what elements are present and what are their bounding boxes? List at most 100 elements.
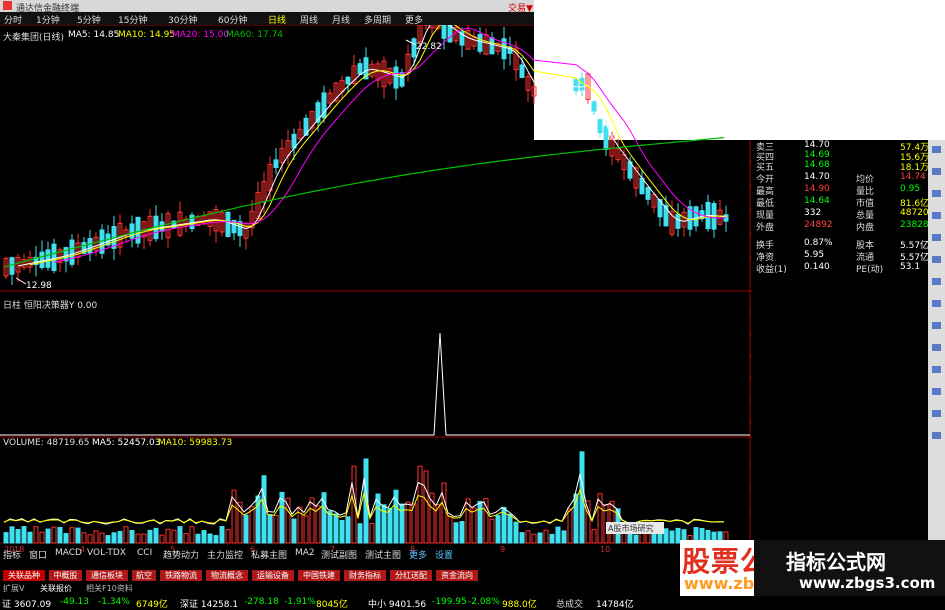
indicator-tab[interactable]: 趋势动力 [163, 548, 199, 561]
toolbar-button-icon[interactable] [932, 432, 941, 439]
quote-value: 14.90 [804, 184, 830, 194]
volume-bar [586, 501, 590, 543]
volume-bar [634, 535, 638, 543]
ma60-label: MA60: 17.74 [226, 30, 283, 40]
toolbar-button-icon[interactable] [932, 168, 941, 175]
candle-body [274, 160, 278, 168]
volume-bar [340, 520, 344, 543]
ma-legend: 大秦集团(日线) MA5: 14.85 MA10: 14.95 MA20: 15… [0, 30, 750, 42]
volume-bar [160, 535, 164, 543]
volume-bar [208, 534, 212, 543]
indicator-tab[interactable]: 主力监控 [207, 548, 243, 561]
volume-bar [370, 523, 374, 543]
toolbar-button-icon[interactable] [932, 388, 941, 395]
sub-tab[interactable]: 扩展V [3, 583, 24, 594]
watermark-name: 指标公式网 [786, 546, 886, 575]
quote-value: 14.70 [804, 140, 830, 150]
block-tab[interactable]: 物流概念 [206, 570, 248, 581]
indicator-tab[interactable]: CCI [137, 548, 152, 558]
index-value: 14784亿 [596, 597, 634, 610]
volume-bar [250, 506, 254, 543]
sub-tab[interactable]: 相关F10资料 [86, 583, 133, 594]
toolbar-button-icon[interactable] [932, 146, 941, 153]
block-tab[interactable]: 中概股 [49, 570, 82, 581]
toolbar-button-icon[interactable] [932, 278, 941, 285]
candle-body [136, 217, 140, 243]
block-tab[interactable]: 资金流向 [436, 570, 478, 581]
block-tab[interactable]: 运输设备 [252, 570, 294, 581]
volume-bar [664, 529, 668, 543]
toolbar-button-icon[interactable] [932, 366, 941, 373]
volume-bar [388, 508, 392, 543]
indicator-tab[interactable]: MA2 [295, 548, 315, 558]
volume-bar [514, 522, 518, 543]
candle-body [346, 77, 350, 84]
indicator-tab[interactable]: 更多 [409, 548, 427, 561]
toolbar-button-icon[interactable] [932, 234, 941, 241]
block-tab[interactable]: 分红送配 [390, 570, 432, 581]
quote-value: 14.74 [900, 172, 926, 182]
volume-bar [106, 536, 110, 543]
quote-value: 14.70 [804, 172, 830, 182]
candle-body [52, 244, 56, 270]
volume-bar [202, 531, 206, 543]
toolbar-button-icon[interactable] [932, 212, 941, 219]
volume-bar [406, 502, 410, 543]
block-tab[interactable]: 通信板块 [86, 570, 128, 581]
candle-body [358, 64, 362, 75]
indicator-tab[interactable]: 测试副图 [321, 548, 357, 561]
indicator-line [0, 333, 750, 435]
indicator-tab[interactable]: 窗口 [29, 548, 47, 561]
candle-body [520, 65, 524, 78]
quote-label: 收益(1) [756, 262, 787, 275]
volume-bar [34, 527, 38, 543]
toolbar-button-icon[interactable] [932, 190, 941, 197]
quote-panel: 卖三14.7057.4万买四14.6915.6万买五14.6818.1万今开14… [752, 140, 928, 300]
volume-ma5-label: MA5: 52457.03 [92, 438, 160, 448]
indicator-tab[interactable]: MACD [55, 548, 82, 558]
toolbar-button-icon[interactable] [932, 410, 941, 417]
index-value: -278.18 [244, 597, 279, 607]
indicator-tab[interactable]: 私募主图 [251, 548, 287, 561]
toolbar-button-icon[interactable] [932, 256, 941, 263]
candle-body [190, 215, 194, 228]
indicator-tab[interactable]: 指标 [3, 548, 21, 561]
app-logo-icon [3, 1, 12, 10]
volume-bar [268, 515, 272, 543]
volume-bar [154, 528, 158, 543]
block-tab[interactable]: 关联品种 [3, 570, 45, 581]
volume-bar [130, 530, 134, 543]
ma20-label: MA20: 15.00 [172, 30, 229, 40]
volume-bar [82, 533, 86, 543]
volume-legend: VOLUME: 48719.65 MA5: 52457.03 MA10: 599… [0, 438, 300, 450]
volume-bar [16, 529, 20, 543]
toolbar-button-icon[interactable] [932, 300, 941, 307]
volume-bar [382, 505, 386, 543]
block-tab[interactable]: 航空 [132, 570, 156, 581]
indicator-tab[interactable]: VOL-TDX [87, 548, 126, 558]
block-tab[interactable]: 铁路物流 [160, 570, 202, 581]
low-label: 12.98 [26, 281, 52, 291]
candle-body [160, 222, 164, 231]
main-chart-canvas[interactable]: 18.0017.0016.0015.0014.001.000.800.600.4… [0, 25, 752, 555]
candle-body [400, 73, 404, 86]
toolbar-button-icon[interactable] [932, 322, 941, 329]
sub-tab[interactable]: 关联报价 [40, 583, 72, 594]
indicator-tab-bar: 指标窗口 MACD VOL-TDX CCI 趋势动力主力监控私募主图 MA2 测试副图测试主… [0, 548, 680, 558]
volume-bar [532, 534, 536, 543]
toolbar-button-icon[interactable] [932, 344, 941, 351]
quote-value: 48720 [900, 208, 929, 218]
index-value: -1.91% [284, 597, 316, 607]
high-label: 22.82 [416, 42, 442, 52]
index-value: -1.34% [98, 597, 130, 607]
volume-bar [490, 519, 494, 543]
volume-bar [448, 517, 452, 543]
block-tab[interactable]: 财务指标 [344, 570, 386, 581]
volume-bar [118, 531, 122, 543]
block-tab[interactable]: 中国铁建 [298, 570, 340, 581]
indicator-tab[interactable]: 设置 [435, 548, 453, 561]
volume-bar [184, 534, 188, 543]
volume-bar [628, 534, 632, 543]
candle-body [676, 214, 680, 228]
indicator-tab[interactable]: 测试主图 [365, 548, 401, 561]
